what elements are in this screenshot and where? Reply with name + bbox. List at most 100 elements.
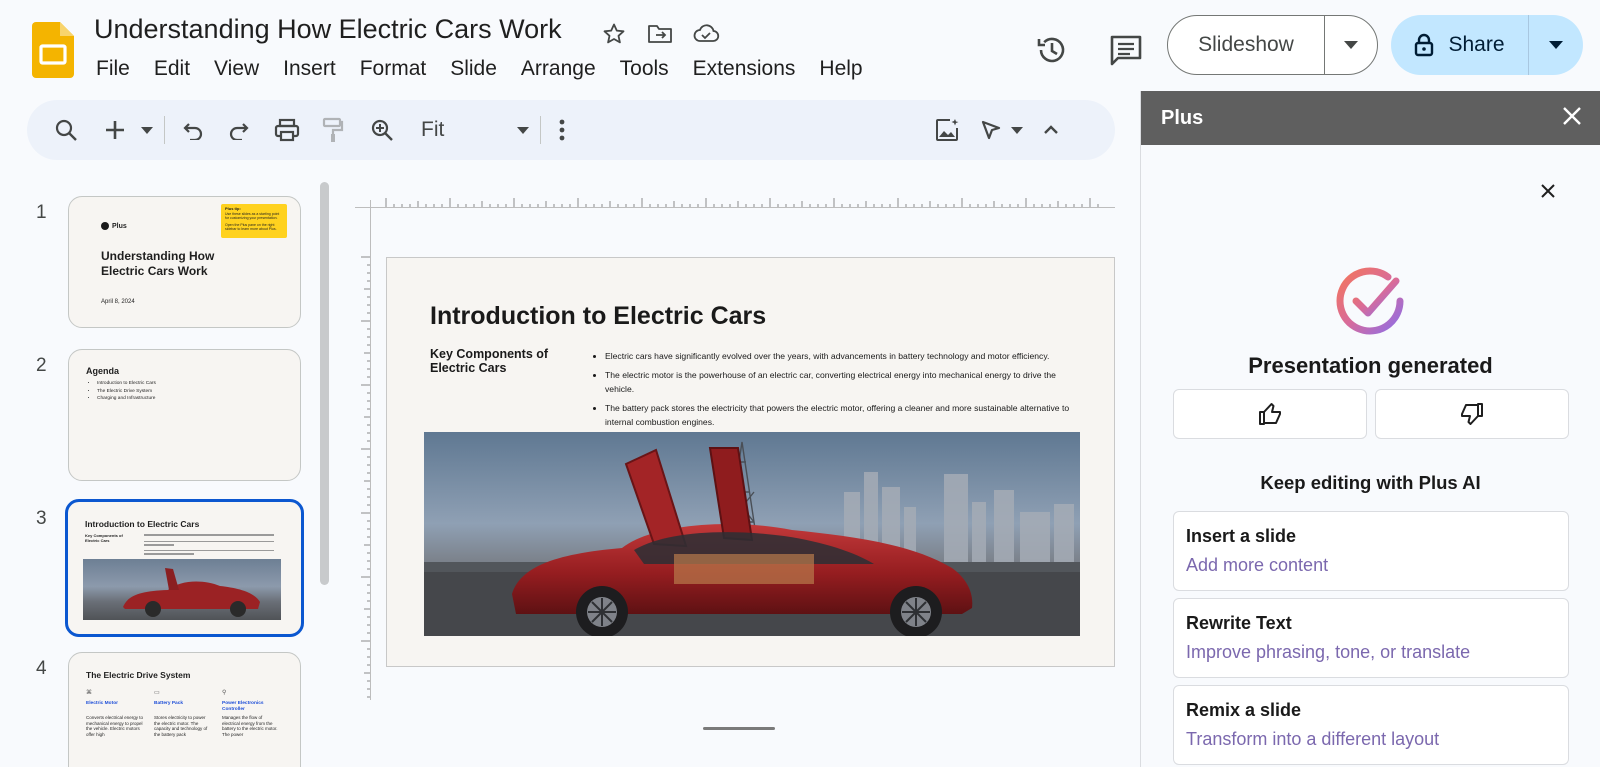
slide-bullet: The battery pack stores the electricity … [605, 401, 1083, 429]
menu-bar: File Edit View Insert Format Slide Arran… [84, 56, 875, 82]
thumb-title: Understanding How Electric Cars Work [101, 249, 215, 278]
motor-icon: ⌘ [86, 690, 92, 696]
slide-thumbnail-1[interactable]: Plus Understanding How Electric Cars Wor… [68, 196, 301, 328]
slide-subtitle[interactable]: Key Components of Electric Cars [430, 347, 560, 375]
card-description: Add more content [1186, 555, 1329, 575]
zoom-value: Fit [421, 118, 445, 141]
toolbar: Fit [27, 100, 1115, 160]
cloud-saved-icon[interactable] [692, 20, 720, 48]
generation-status: Presentation generated [1248, 353, 1493, 378]
collapse-toolbar-icon[interactable] [1039, 114, 1063, 146]
slide-bullet-list[interactable]: Electric cars have significantly evolved… [605, 349, 1083, 434]
remix-slide-card[interactable]: Remix a slide Transform into a different… [1173, 685, 1569, 765]
move-folder-icon[interactable] [646, 20, 674, 48]
slide-thumbnail-4[interactable]: The Electric Drive System ⌘ Electric Mot… [68, 652, 301, 767]
slideshow-dropdown[interactable] [1325, 16, 1377, 74]
slides-logo-icon[interactable] [32, 22, 74, 78]
select-tool-dropdown-icon[interactable] [1009, 114, 1025, 146]
star-icon[interactable] [600, 20, 628, 48]
close-icon[interactable] [1536, 179, 1560, 203]
panel-title: Plus [1161, 106, 1204, 129]
card-description: Transform into a different layout [1186, 729, 1440, 749]
slide-title[interactable]: Introduction to Electric Cars [430, 302, 766, 331]
paint-format-icon[interactable] [319, 114, 347, 146]
thumb-column: ▭ Battery Pack Stores electricity to pow… [154, 689, 212, 737]
new-slide-dropdown-icon[interactable] [138, 114, 156, 146]
menu-insert[interactable]: Insert [271, 56, 348, 82]
thumbs-up-icon [1259, 403, 1281, 425]
menu-help[interactable]: Help [807, 56, 874, 82]
document-title[interactable]: Understanding How Electric Cars Work [94, 14, 562, 45]
thumbs-down-icon [1461, 403, 1483, 425]
zoom-icon[interactable] [367, 114, 397, 146]
thumb-title: The Electric Drive System [86, 670, 191, 680]
current-slide[interactable]: Introduction to Electric Cars Key Compon… [386, 257, 1115, 667]
rewrite-text-card[interactable]: Rewrite Text Improve phrasing, tone, or … [1173, 598, 1569, 678]
panel-header: Plus [1141, 91, 1600, 145]
slide-thumbnail-2[interactable]: Agenda Introduction to Electric Cars The… [68, 349, 301, 481]
redo-icon[interactable] [225, 114, 253, 146]
menu-slide[interactable]: Slide [438, 56, 509, 82]
more-options-icon[interactable] [554, 114, 570, 146]
slideshow-button[interactable]: Slideshow [1168, 16, 1325, 74]
close-panel-icon[interactable] [1562, 106, 1582, 131]
plus-tip-note: Plus tip: Use these slides as a starting… [221, 204, 287, 238]
canvas-scroll-handle[interactable] [703, 727, 775, 730]
menu-tools[interactable]: Tools [608, 56, 681, 82]
insert-slide-card[interactable]: Insert a slide Add more content [1173, 511, 1569, 591]
toolbar-divider [540, 116, 541, 144]
plus-logo-icon [101, 222, 109, 230]
menu-view[interactable]: View [202, 56, 271, 82]
thumb-title: Introduction to Electric Cars [85, 519, 200, 529]
chevron-down-icon [517, 126, 529, 134]
ai-image-icon[interactable] [932, 114, 962, 146]
thumb-column: ⚲ Power Electronics Controller Manages t… [222, 689, 280, 737]
slide-number: 1 [36, 202, 47, 223]
slide-bullet: The electric motor is the powerhouse of … [605, 368, 1083, 396]
select-tool-icon[interactable] [977, 114, 1005, 146]
share-dropdown[interactable] [1529, 15, 1583, 75]
slide-editor-canvas: Introduction to Electric Cars Key Compon… [355, 178, 1115, 767]
slide-bullet: Electric cars have significantly evolved… [605, 349, 1083, 363]
slide-number: 4 [36, 658, 47, 679]
success-check-icon [1334, 265, 1406, 337]
menu-extensions[interactable]: Extensions [681, 56, 808, 82]
slide-thumbnail-3[interactable]: Introduction to Electric Cars Key Compon… [65, 499, 304, 637]
battery-icon: ▭ [154, 690, 160, 696]
slide-filmstrip: 1 Plus Understanding How Electric Cars W… [0, 178, 335, 767]
electric-car-photo[interactable] [424, 432, 1080, 636]
menu-edit[interactable]: Edit [142, 56, 202, 82]
share-group: Share [1391, 15, 1583, 75]
plus-side-panel: Plus Presentation generated Keep editing… [1140, 91, 1600, 767]
controller-icon: ⚲ [222, 690, 227, 696]
card-title: Remix a slide [1186, 700, 1302, 720]
undo-icon[interactable] [179, 114, 207, 146]
card-description: Improve phrasing, tone, or translate [1186, 642, 1471, 662]
panel-body: Presentation generated Keep editing with… [1141, 145, 1600, 767]
thumb-columns: ⌘ Electric Motor Converts electrical ene… [86, 689, 280, 737]
version-history-icon[interactable] [1030, 28, 1074, 72]
search-menus-icon[interactable] [51, 114, 81, 146]
thumbs-down-button[interactable] [1375, 389, 1569, 439]
thumb-title: Agenda [86, 366, 120, 376]
toolbar-divider [164, 116, 165, 144]
filmstrip-scrollbar[interactable] [320, 182, 329, 585]
plus-badge: Plus [101, 222, 127, 230]
print-icon[interactable] [272, 114, 302, 146]
thumbs-up-button[interactable] [1173, 389, 1367, 439]
card-title: Insert a slide [1186, 526, 1297, 546]
thumb-car-photo [83, 559, 281, 620]
new-slide-icon[interactable] [103, 114, 127, 146]
comments-icon[interactable] [1104, 28, 1148, 72]
slideshow-group: Slideshow [1167, 15, 1378, 75]
thumb-agenda-list: Introduction to Electric Cars The Electr… [97, 380, 156, 403]
menu-format[interactable]: Format [348, 56, 439, 82]
thumb-subtitle: Key Components of Electric Cars [85, 533, 123, 543]
zoom-select[interactable]: Fit [421, 114, 531, 146]
menu-arrange[interactable]: Arrange [509, 56, 608, 82]
share-button[interactable]: Share [1391, 15, 1529, 75]
menu-file[interactable]: File [84, 56, 142, 82]
card-title: Rewrite Text [1186, 613, 1292, 633]
thumb-date: April 8, 2024 [101, 299, 135, 305]
horizontal-ruler [355, 198, 1115, 208]
